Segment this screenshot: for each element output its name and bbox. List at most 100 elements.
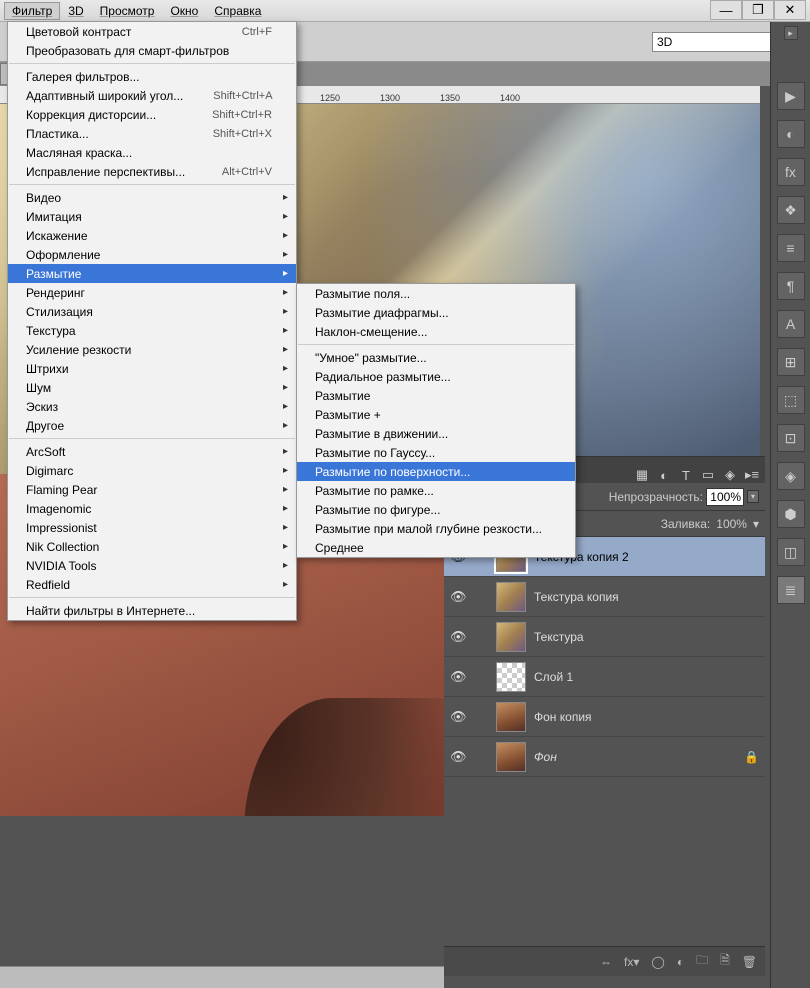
visibility-toggle[interactable]: 👁	[450, 589, 466, 605]
submenu-item[interactable]: Радиальное размытие...	[297, 367, 575, 386]
minimize-button[interactable]: —	[710, 0, 742, 20]
layer-name[interactable]: Фон копия	[534, 710, 592, 724]
menu-item[interactable]: Impressionist	[8, 518, 296, 537]
menu-item[interactable]: Найти фильтры в Интернете...	[8, 601, 296, 620]
properties-icon[interactable]: ◈	[777, 462, 805, 490]
layer-row[interactable]: 👁Фон🔒	[444, 737, 765, 777]
layer-name[interactable]: Фон	[534, 750, 557, 764]
menu-item[interactable]: Цветовой контрастCtrl+F	[8, 22, 296, 41]
menu-item[interactable]: Эскиз	[8, 397, 296, 416]
menu-item[interactable]: Видео	[8, 188, 296, 207]
menu-filter[interactable]: Фильтр	[4, 2, 60, 20]
layer-row[interactable]: 👁 Текстура копия	[444, 577, 765, 617]
filter-pixel-icon[interactable]: ▦	[633, 467, 651, 483]
submenu-item[interactable]: Наклон-смещение...	[297, 322, 575, 341]
submenu-item[interactable]: Размытие в движении...	[297, 424, 575, 443]
layer-name[interactable]: Текстура копия	[534, 590, 619, 604]
new-layer-icon[interactable]: 🗎	[720, 951, 730, 972]
submenu-item[interactable]: Размытие по фигуре...	[297, 500, 575, 519]
layer-row[interactable]: 👁 Текстура	[444, 617, 765, 657]
menu-item[interactable]: Другое	[8, 416, 296, 435]
menu-item[interactable]: Imagenomic	[8, 499, 296, 518]
layer-mask-icon[interactable]: ◯	[651, 955, 664, 969]
submenu-item[interactable]: Размытие по Гауссу...	[297, 443, 575, 462]
visibility-toggle[interactable]: 👁	[450, 709, 466, 725]
menu-item[interactable]: Преобразовать для смарт-фильтров	[8, 41, 296, 60]
panel-menu-icon[interactable]: ▸≡	[743, 467, 761, 483]
navigator-icon[interactable]: ⊞	[777, 348, 805, 376]
paths-icon[interactable]: ⊡	[777, 424, 805, 452]
menu-view[interactable]: Просмотр	[92, 2, 163, 20]
menu-item[interactable]: Адаптивный широкий угол...Shift+Ctrl+A	[8, 86, 296, 105]
submenu-item[interactable]: Размытие по поверхности...	[297, 462, 575, 481]
layer-thumbnail[interactable]	[496, 742, 526, 772]
layers-icon[interactable]: ≣	[777, 576, 805, 604]
channels-icon[interactable]: ⬚	[777, 386, 805, 414]
visibility-toggle[interactable]: 👁	[450, 669, 466, 685]
3d-icon[interactable]: ⬢	[777, 500, 805, 528]
adjustment-layer-icon[interactable]: ◐	[677, 955, 684, 969]
filter-shape-icon[interactable]: ▭	[699, 467, 717, 483]
layer-thumbnail[interactable]	[496, 622, 526, 652]
menu-item[interactable]: Flaming Pear	[8, 480, 296, 499]
menu-item[interactable]: Коррекция дисторсии...Shift+Ctrl+R	[8, 105, 296, 124]
filter-smart-icon[interactable]: ◈	[721, 467, 739, 483]
submenu-item[interactable]: Среднее	[297, 538, 575, 557]
link-layers-icon[interactable]: ⇔	[600, 955, 612, 969]
swatches-icon[interactable]: ❖	[777, 196, 805, 224]
menu-item[interactable]: Масляная краска...	[8, 143, 296, 162]
visibility-toggle[interactable]: 👁	[450, 749, 466, 765]
menu-item[interactable]: ArcSoft	[8, 442, 296, 461]
menu-item[interactable]: Digimarc	[8, 461, 296, 480]
menu-item[interactable]: Стилизация	[8, 302, 296, 321]
menu-3d[interactable]: 3D	[60, 2, 91, 20]
menu-item[interactable]: Штрихи	[8, 359, 296, 378]
menu-item[interactable]: Размытие	[8, 264, 296, 283]
submenu-item[interactable]: Размытие при малой глубине резкости...	[297, 519, 575, 538]
filter-type-icon[interactable]: T	[677, 468, 695, 483]
menu-window[interactable]: Окно	[162, 2, 206, 20]
adjustments-icon[interactable]: ◐	[777, 120, 805, 148]
menu-item[interactable]: Текстура	[8, 321, 296, 340]
expand-panels-icon[interactable]: ▸	[784, 26, 798, 40]
fill-input[interactable]: 100%	[716, 517, 747, 531]
character-icon[interactable]: A	[777, 310, 805, 338]
opacity-input[interactable]: 100%	[706, 488, 744, 506]
menu-item[interactable]: Nik Collection	[8, 537, 296, 556]
opacity-flyout[interactable]: ▾	[747, 490, 759, 503]
submenu-item[interactable]: Размытие	[297, 386, 575, 405]
menu-item[interactable]: Искажение	[8, 226, 296, 245]
menu-item[interactable]: Галерея фильтров...	[8, 67, 296, 86]
layer-name[interactable]: Слой 1	[534, 670, 573, 684]
submenu-item[interactable]: "Умное" размытие...	[297, 348, 575, 367]
menu-item[interactable]: Имитация	[8, 207, 296, 226]
menu-item[interactable]: Пластика...Shift+Ctrl+X	[8, 124, 296, 143]
menu-item[interactable]: Усиление резкости	[8, 340, 296, 359]
layer-thumbnail[interactable]	[496, 582, 526, 612]
layer-fx-icon[interactable]: fx▾	[624, 955, 639, 969]
history-icon[interactable]: ≡	[777, 234, 805, 262]
menu-item[interactable]: Шум	[8, 378, 296, 397]
play-icon[interactable]: ▶	[777, 82, 805, 110]
submenu-item[interactable]: Размытие +	[297, 405, 575, 424]
group-icon[interactable]: 🗀	[696, 951, 708, 972]
styles-fx-icon[interactable]: fx	[777, 158, 805, 186]
menu-item[interactable]: Рендеринг	[8, 283, 296, 302]
info-icon[interactable]: ◫	[777, 538, 805, 566]
fill-flyout[interactable]: ▾	[753, 517, 759, 531]
submenu-item[interactable]: Размытие диафрагмы...	[297, 303, 575, 322]
submenu-item[interactable]: Размытие поля...	[297, 284, 575, 303]
layer-thumbnail[interactable]	[496, 662, 526, 692]
paragraph-icon[interactable]: ¶	[777, 272, 805, 300]
restore-button[interactable]: ❐	[742, 0, 774, 20]
menu-item[interactable]: NVIDIA Tools	[8, 556, 296, 575]
layer-row[interactable]: 👁 Фон копия	[444, 697, 765, 737]
menu-item[interactable]: Оформление	[8, 245, 296, 264]
menu-item[interactable]: Исправление перспективы...Alt+Ctrl+V	[8, 162, 296, 181]
menu-item[interactable]: Redfield	[8, 575, 296, 594]
visibility-toggle[interactable]: 👁	[450, 629, 466, 645]
layer-thumbnail[interactable]	[496, 702, 526, 732]
layer-name[interactable]: Текстура	[534, 630, 584, 644]
layer-row[interactable]: 👁 Слой 1	[444, 657, 765, 697]
submenu-item[interactable]: Размытие по рамке...	[297, 481, 575, 500]
